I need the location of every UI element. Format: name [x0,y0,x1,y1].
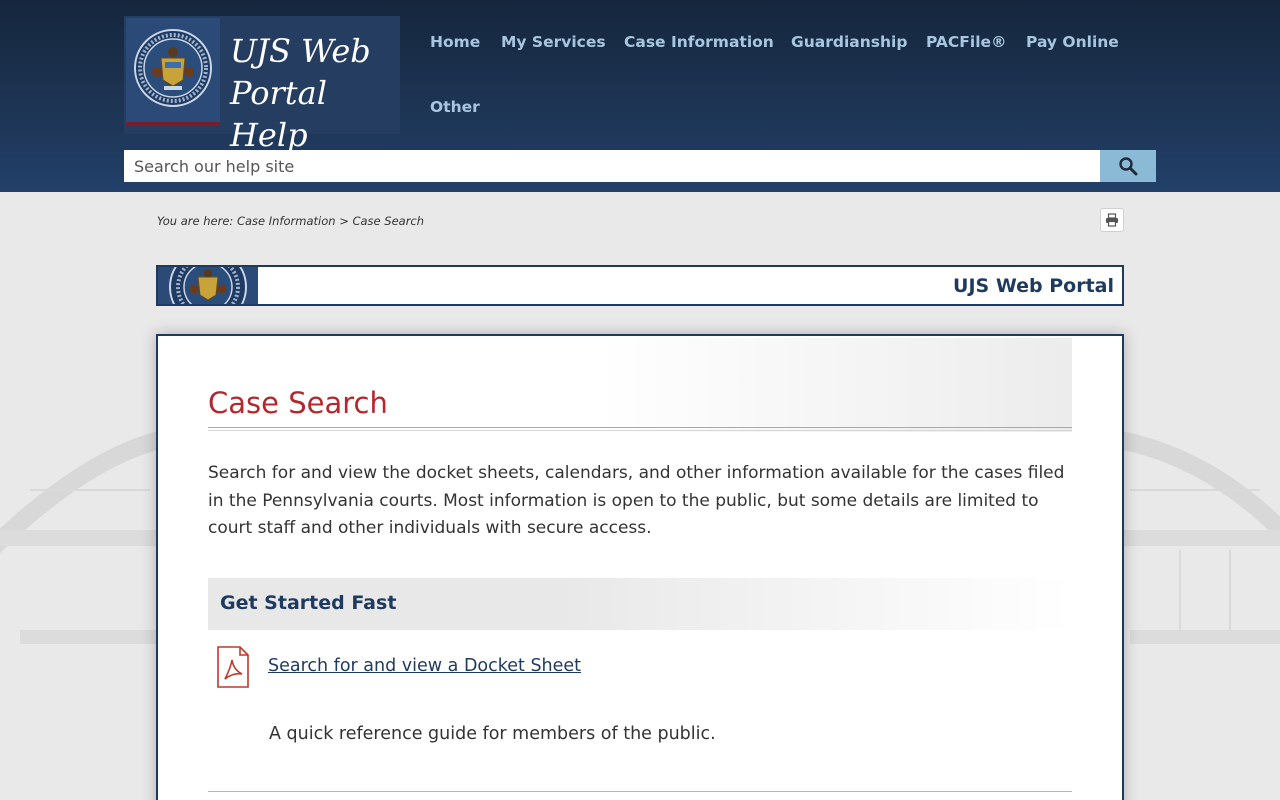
section-header: Get Started Fast [208,578,1072,630]
nav-my-services[interactable]: My Services [501,33,606,51]
breadcrumb-prefix: You are here: [157,214,234,228]
logo-title: UJS Web Portal Help [230,32,371,154]
nav-pacfile[interactable]: PACFile® [926,33,1007,51]
site-header: UJS Web Portal Help Home My Services Cas… [0,0,1280,192]
breadcrumb-current: Case Search [352,214,425,228]
title-divider [208,427,1072,431]
breadcrumb-separator: > [339,214,349,228]
docket-sheet-guide-description: A quick reference guide for members of t… [269,724,716,744]
search-button[interactable] [1100,150,1156,182]
section-title: Get Started Fast [220,592,397,614]
print-icon [1106,213,1118,227]
nav-pay-online[interactable]: Pay Online [1026,33,1119,51]
help-search-input[interactable] [124,150,1100,182]
page-title: Case Search [208,386,388,420]
search-icon [1119,157,1138,176]
docket-sheet-guide-link[interactable]: Search for and view a Docket Sheet [268,656,581,676]
nav-guardianship[interactable]: Guardianship [791,33,907,51]
print-button[interactable] [1100,208,1124,232]
help-search-bar [124,150,1156,182]
pdf-file-icon[interactable] [216,646,250,688]
seal-block [126,18,220,126]
content-card: Case Search Search for and view the dock… [156,334,1124,800]
section-divider [208,791,1072,792]
nav-other[interactable]: Other [430,98,480,116]
breadcrumb: You are here: Case Information > Case Se… [157,214,424,228]
breadcrumb-parent[interactable]: Case Information [237,214,336,228]
banner-title: UJS Web Portal [953,275,1114,297]
banner-seal [158,267,258,304]
seal-emblem-icon [169,267,247,304]
nav-case-information[interactable]: Case Information [624,33,774,51]
seal-emblem-icon [134,29,212,107]
nav-home[interactable]: Home [430,33,480,51]
intro-text: Search for and view the docket sheets, c… [208,463,1065,538]
portal-banner: UJS Web Portal [156,265,1124,306]
site-logo[interactable]: UJS Web Portal Help [124,16,400,154]
main-nav: Home My Services Case Information Guardi… [430,0,1150,140]
